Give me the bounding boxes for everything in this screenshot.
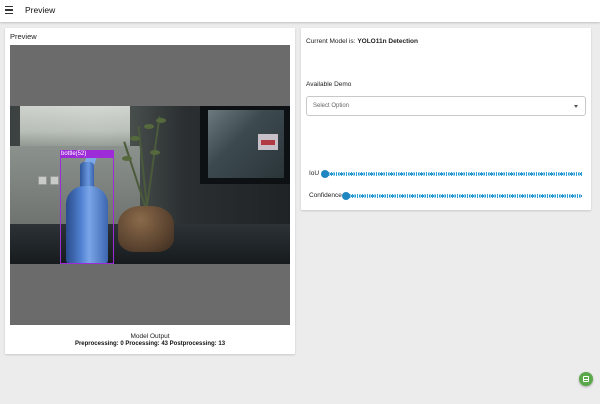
confidence-slider-row: Confidence [306, 190, 586, 202]
hamburger-menu-icon[interactable] [5, 6, 13, 14]
current-model-prefix: Current Model is: [306, 38, 356, 45]
camera-frame: bottle(52) [10, 106, 290, 264]
confidence-slider-label: Confidence [309, 192, 342, 199]
preview-card: Preview bottle(52) Model Output Preproce… [5, 28, 295, 354]
available-demo-label: Available Demo [306, 81, 352, 88]
video-preview: bottle(52) [10, 45, 290, 325]
demo-select-value: Select Option [313, 103, 350, 109]
iou-slider-track[interactable] [326, 172, 582, 176]
confidence-slider-thumb[interactable] [342, 191, 350, 200]
preview-heading: Preview [10, 32, 37, 41]
current-model-name: YOLO11n Detection [357, 38, 418, 45]
top-app-bar: Preview [0, 0, 600, 22]
demo-select[interactable]: Select Option [306, 96, 586, 116]
calendar-icon [583, 376, 589, 382]
detection-label: bottle(52) [60, 150, 114, 158]
current-model-text: Current Model is: YOLO11n Detection [306, 38, 418, 45]
iou-slider-row: IoU [306, 168, 586, 180]
iou-slider-label: IoU [309, 170, 320, 177]
controls-card: Current Model is: YOLO11n Detection Avai… [301, 28, 591, 210]
timing-stats: Preprocessing: 0 Processing: 43 Postproc… [74, 341, 226, 347]
detection-bounding-box [60, 150, 114, 264]
page-title: Preview [25, 5, 56, 15]
model-output-label: Model Output [130, 333, 170, 340]
calendar-fab-button[interactable] [579, 372, 593, 386]
confidence-slider-track[interactable] [347, 194, 582, 198]
chevron-down-icon [574, 105, 578, 108]
iou-slider-thumb[interactable] [321, 169, 329, 178]
